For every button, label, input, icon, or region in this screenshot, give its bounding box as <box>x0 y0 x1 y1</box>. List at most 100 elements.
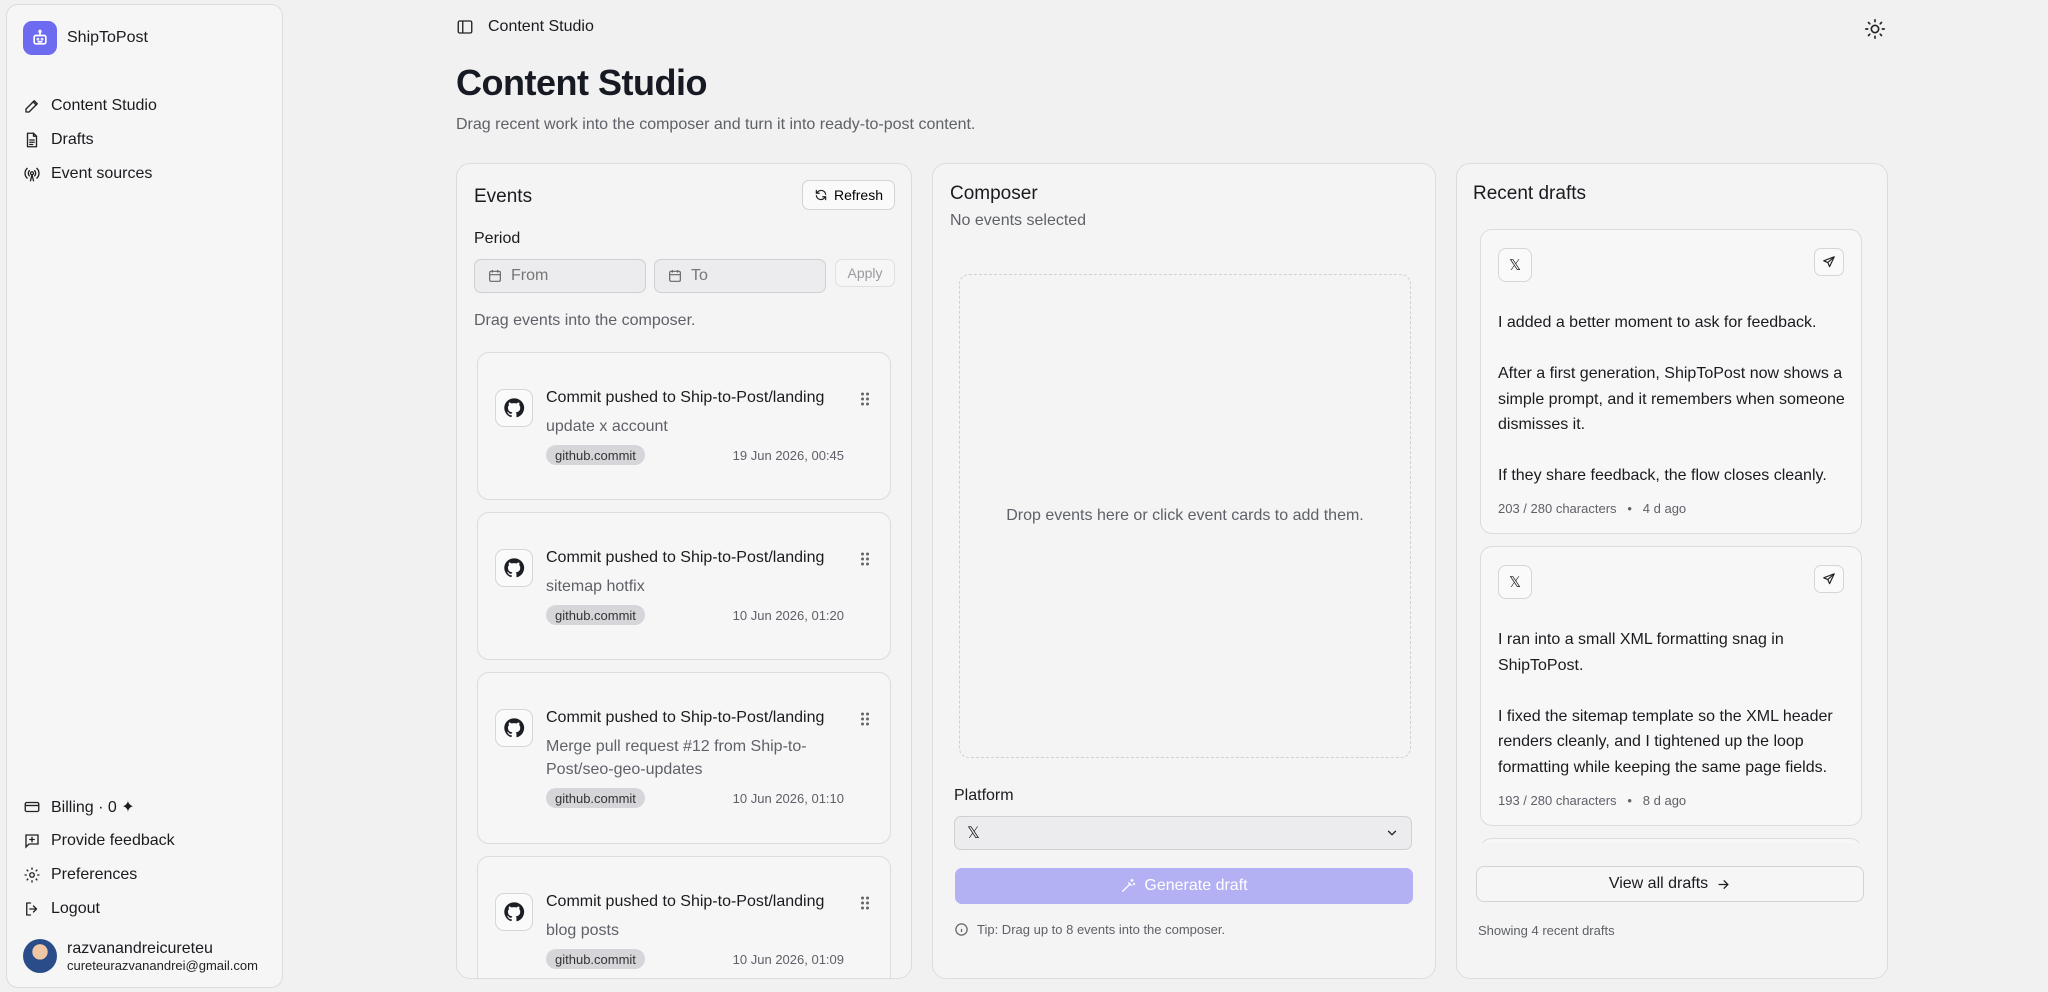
dropzone-text: Drop events here or click event cards to… <box>1006 507 1364 524</box>
drag-handle-icon[interactable] <box>860 391 870 407</box>
event-badge: github.commit <box>546 949 645 969</box>
event-badge: github.commit <box>546 605 645 625</box>
document-icon <box>26 132 38 148</box>
gear-icon <box>24 867 40 883</box>
send-icon[interactable] <box>1814 248 1844 276</box>
draft-char-count: 193 / 280 characters <box>1498 793 1617 808</box>
event-title: Commit pushed to Ship-to-Post/landing <box>546 709 825 726</box>
nav-item-feedback[interactable]: Provide feedback <box>23 824 175 858</box>
calendar-icon <box>669 270 681 282</box>
x-logo-icon: 𝕏 <box>967 825 980 842</box>
draft-card[interactable] <box>1480 838 1862 843</box>
credit-card-icon <box>24 801 40 813</box>
to-date-input[interactable]: To <box>654 259 826 293</box>
breadcrumb: Content Studio <box>488 18 594 35</box>
composer-tip: Tip: Drag up to 8 events into the compos… <box>954 922 1225 937</box>
drag-handle-icon[interactable] <box>860 895 870 911</box>
event-subtitle: update x account <box>546 418 668 435</box>
composer-panel: Composer No events selected Drop events … <box>932 163 1436 979</box>
nav-item-event-sources[interactable]: Event sources <box>23 157 157 191</box>
apply-button[interactable]: Apply <box>835 259 895 287</box>
event-card[interactable]: Commit pushed to Ship-to-Post/landing bl… <box>477 856 891 978</box>
nav-label: Billing · 0 ✦ <box>51 799 135 816</box>
event-card[interactable]: Commit pushed to Ship-to-Post/landing up… <box>477 352 891 500</box>
event-title: Commit pushed to Ship-to-Post/landing <box>546 549 825 566</box>
github-icon <box>495 389 533 427</box>
nav-label: Provide feedback <box>51 832 175 849</box>
refresh-icon <box>815 189 827 201</box>
event-date: 19 Jun 2026, 00:45 <box>732 448 844 463</box>
drag-handle-icon[interactable] <box>860 551 870 567</box>
draft-age: 8 d ago <box>1642 793 1687 808</box>
draft-paragraph: If they share feedback, the flow closes … <box>1498 467 1827 484</box>
github-icon <box>495 709 533 747</box>
sun-icon[interactable] <box>1864 18 1886 40</box>
events-title: Events <box>474 186 533 207</box>
topbar: Content Studio <box>456 18 594 36</box>
app-name: ShipToPost <box>67 29 148 46</box>
user-name: razvanandreicureteu <box>67 939 213 957</box>
event-list: Commit pushed to Ship-to-Post/landing up… <box>477 352 891 978</box>
draft-age: 4 d ago <box>1642 501 1687 516</box>
nav-item-content-studio[interactable]: Content Studio <box>23 89 157 123</box>
drag-handle-icon[interactable] <box>860 711 870 727</box>
to-placeholder: To <box>691 267 708 284</box>
composer-dropzone[interactable]: Drop events here or click event cards to… <box>959 274 1411 758</box>
drafts-count: Showing 4 recent drafts <box>1478 923 1615 938</box>
event-badge: github.commit <box>546 788 645 808</box>
main-nav: Content Studio Drafts Event sources <box>23 89 157 191</box>
chevron-down-icon <box>1387 830 1397 836</box>
robot-logo-icon <box>23 21 57 55</box>
tip-text: Tip: Drag up to 8 events into the compos… <box>977 922 1226 937</box>
draft-paragraph: I fixed the sitemap template so the XML … <box>1498 707 1833 776</box>
draft-text: I ran into a small XML formatting snag i… <box>1498 627 1853 780</box>
view-all-drafts-button[interactable]: View all drafts <box>1476 866 1864 902</box>
draft-card[interactable]: 𝕏 I ran into a small XML formatting snag… <box>1480 546 1862 826</box>
draft-paragraph: I added a better moment to ask for feedb… <box>1498 314 1817 331</box>
nav-label: Preferences <box>51 866 138 883</box>
composer-status: No events selected <box>950 212 1087 229</box>
x-logo-icon: 𝕏 <box>1498 248 1532 282</box>
platform-select[interactable]: 𝕏 <box>954 816 1412 850</box>
info-icon <box>955 923 968 936</box>
refresh-button[interactable]: Refresh <box>801 180 895 210</box>
event-card[interactable]: Commit pushed to Ship-to-Post/landing si… <box>477 512 891 660</box>
page-title: Content Studio <box>456 62 707 103</box>
draft-meta: 193 / 280 characters • 8 d ago <box>1498 793 1687 808</box>
brand[interactable]: ShipToPost <box>23 21 148 55</box>
draft-paragraph: I ran into a small XML formatting snag i… <box>1498 631 1784 674</box>
event-date: 10 Jun 2026, 01:20 <box>732 608 844 623</box>
event-subtitle: Merge pull request #12 from Ship-to-Post… <box>546 738 807 778</box>
platform-label: Platform <box>954 787 1014 804</box>
events-panel: Events Refresh Period From To Apply Drag… <box>456 163 912 979</box>
event-subtitle: sitemap hotfix <box>546 578 645 595</box>
sidebar-footer-nav: Billing · 0 ✦ Provide feedback Preferenc… <box>23 790 175 926</box>
broadcast-icon <box>24 167 40 182</box>
recent-drafts-title: Recent drafts <box>1473 183 1586 204</box>
nav-label: Drafts <box>51 131 94 148</box>
draft-card[interactable]: 𝕏 I added a better moment to ask for fee… <box>1480 229 1862 534</box>
x-logo-icon: 𝕏 <box>1498 565 1532 599</box>
drafts-list: 𝕏 I added a better moment to ask for fee… <box>1480 229 1862 843</box>
github-icon <box>495 893 533 931</box>
send-icon[interactable] <box>1814 565 1844 593</box>
generate-label: Generate draft <box>1144 877 1248 894</box>
nav-item-logout[interactable]: Logout <box>23 892 175 926</box>
from-date-input[interactable]: From <box>474 259 646 293</box>
draft-text: I added a better moment to ask for feedb… <box>1498 310 1853 489</box>
view-all-label: View all drafts <box>1608 875 1709 892</box>
sidebar: ShipToPost Content Studio Drafts Event s… <box>6 4 283 988</box>
nav-item-drafts[interactable]: Drafts <box>23 123 157 157</box>
calendar-icon <box>489 270 501 282</box>
nav-item-preferences[interactable]: Preferences <box>23 858 175 892</box>
user-profile[interactable]: razvanandreicureteu cureteurazvanandrei@… <box>23 939 272 973</box>
generate-draft-button[interactable]: Generate draft <box>955 868 1413 904</box>
draft-char-count: 203 / 280 characters <box>1498 501 1617 516</box>
feedback-icon <box>25 834 39 849</box>
nav-item-billing[interactable]: Billing · 0 ✦ <box>23 790 175 824</box>
magic-wand-icon <box>1122 878 1136 892</box>
event-card[interactable]: Commit pushed to Ship-to-Post/landing Me… <box>477 672 891 844</box>
sidebar-toggle-icon[interactable] <box>456 18 474 36</box>
avatar <box>23 939 57 973</box>
logout-icon <box>26 902 38 916</box>
